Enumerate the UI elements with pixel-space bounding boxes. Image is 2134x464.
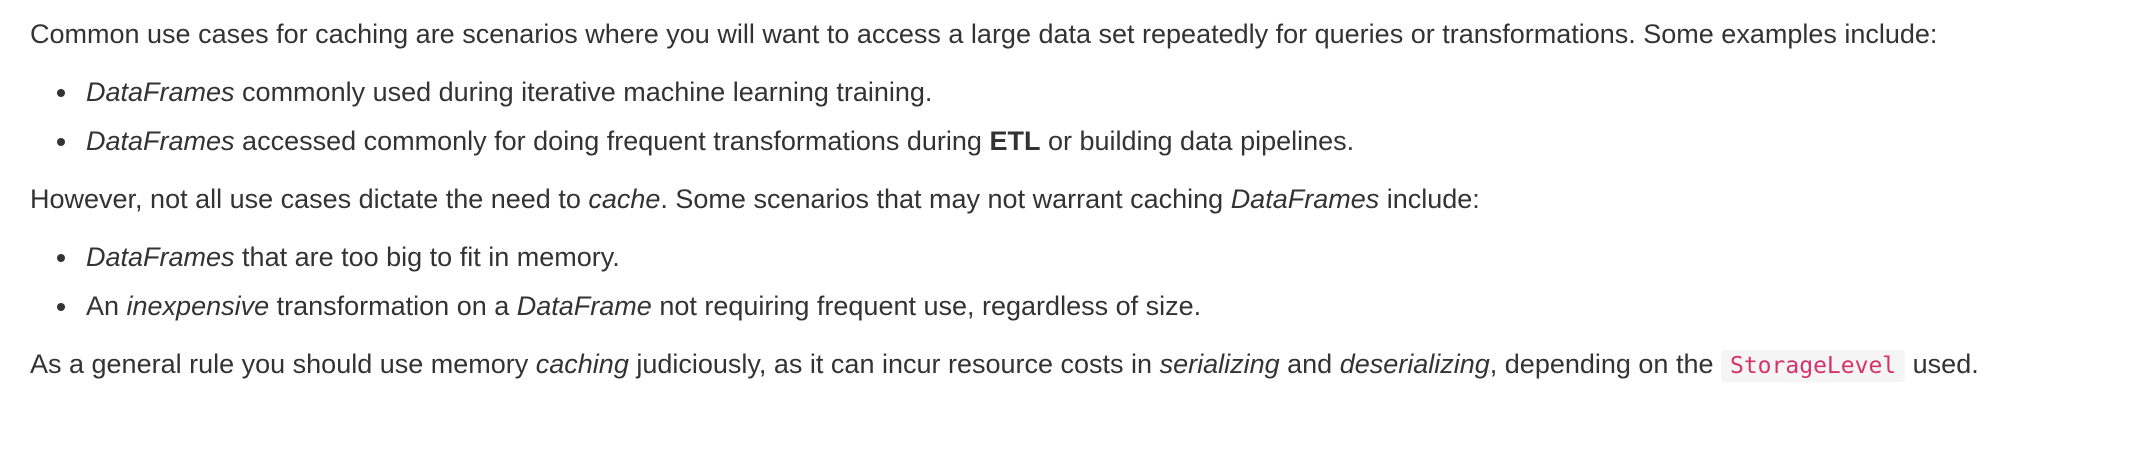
item-text: that are too big to fit in memory.	[234, 242, 620, 272]
list-item: DataFrames commonly used during iterativ…	[57, 74, 2120, 110]
text: include:	[1379, 184, 1480, 214]
item-text: commonly used during iterative machine l…	[234, 77, 933, 107]
inline-code: StorageLevel	[1720, 350, 1906, 382]
item-text: accessed commonly for doing frequent tra…	[234, 126, 990, 156]
intro-text: Common use cases for caching are scenari…	[30, 19, 1938, 49]
text: used.	[1905, 349, 1979, 379]
em-term: DataFrame	[516, 291, 652, 321]
em-term: cache	[588, 184, 661, 214]
em-term: inexpensive	[126, 291, 270, 321]
term: DataFrames	[86, 126, 235, 156]
text: As a general rule you should use memory	[30, 349, 536, 379]
em-term: DataFrames	[1230, 184, 1380, 214]
article-body: Common use cases for caching are scenari…	[30, 16, 2120, 384]
bold-term: ETL	[989, 126, 1041, 156]
use-cases-list: DataFrames commonly used during iterativ…	[30, 74, 2120, 159]
text: and	[1279, 349, 1340, 379]
text: . Some scenarios that may not warrant ca…	[660, 184, 1231, 214]
intro-paragraph: Common use cases for caching are scenari…	[30, 16, 2120, 52]
caveat-paragraph: However, not all use cases dictate the n…	[30, 181, 2120, 217]
rule-paragraph: As a general rule you should use memory …	[30, 346, 2120, 384]
term: DataFrames	[86, 242, 235, 272]
list-item: DataFrames accessed commonly for doing f…	[57, 123, 2120, 159]
list-item: An inexpensive transformation on a DataF…	[57, 288, 2120, 324]
em-term: deserializing	[1339, 349, 1490, 379]
text: , depending on the	[1489, 349, 1721, 379]
term: DataFrames	[86, 77, 235, 107]
text: judiciously, as it can incur resource co…	[628, 349, 1160, 379]
em-term: serializing	[1159, 349, 1280, 379]
non-use-cases-list: DataFrames that are too big to fit in me…	[30, 239, 2120, 324]
text: An	[86, 291, 127, 321]
list-item: DataFrames that are too big to fit in me…	[57, 239, 2120, 275]
item-text: or building data pipelines.	[1040, 126, 1355, 156]
text: However, not all use cases dictate the n…	[30, 184, 589, 214]
em-term: caching	[535, 349, 629, 379]
text: transformation on a	[269, 291, 517, 321]
text: not requiring frequent use, regardless o…	[651, 291, 1202, 321]
